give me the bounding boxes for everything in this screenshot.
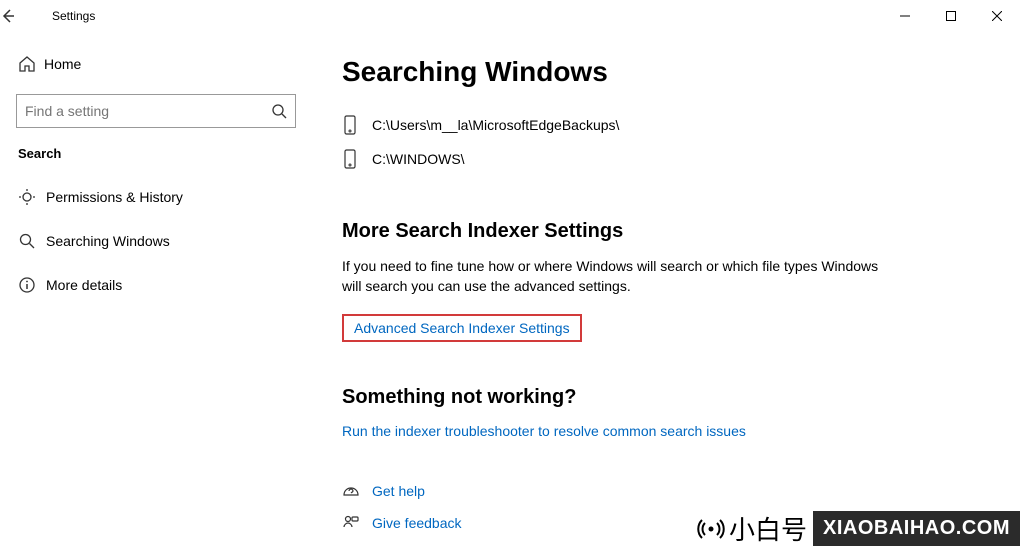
indexer-heading: More Search Indexer Settings (342, 220, 980, 243)
nav-label: Searching Windows (46, 233, 170, 249)
feedback-icon (342, 514, 372, 532)
page-title: Searching Windows (342, 56, 980, 88)
folder-path: C:\Users\m__la\MicrosoftEdgeBackups\ (372, 117, 619, 133)
folder-icon (342, 115, 372, 135)
sidebar-item-permissions[interactable]: Permissions & History (0, 175, 312, 219)
close-button[interactable] (974, 0, 1020, 32)
sidebar-item-more-details[interactable]: More details (0, 263, 312, 307)
maximize-button[interactable] (928, 0, 974, 32)
sidebar-home[interactable]: Home (0, 44, 312, 84)
find-setting-box[interactable] (16, 94, 296, 128)
window-title: Settings (44, 9, 95, 23)
minimize-button[interactable] (882, 0, 928, 32)
nav-label: Permissions & History (46, 189, 183, 205)
get-help-link[interactable]: Get help (372, 483, 425, 499)
feedback-link[interactable]: Give feedback (372, 515, 462, 531)
folder-path: C:\WINDOWS\ (372, 151, 465, 167)
advanced-indexer-highlight: Advanced Search Indexer Settings (342, 314, 582, 342)
info-icon (18, 276, 46, 294)
help-icon (342, 482, 372, 500)
sidebar-section: Search (0, 146, 312, 175)
troubleshoot-link[interactable]: Run the indexer troubleshooter to resolv… (342, 423, 746, 439)
search-windows-icon (18, 232, 46, 250)
permissions-icon (18, 188, 46, 206)
excluded-folder-row[interactable]: C:\Users\m__la\MicrosoftEdgeBackups\ (342, 108, 980, 142)
indexer-desc: If you need to fine tune how or where Wi… (342, 257, 882, 296)
home-icon (18, 55, 44, 73)
broadcast-icon (697, 515, 725, 543)
excluded-folder-row[interactable]: C:\WINDOWS\ (342, 142, 980, 176)
content-pane: Searching Windows C:\Users\m__la\Microso… (312, 32, 1020, 555)
watermark-cn: 小白号 (697, 510, 807, 547)
home-label: Home (44, 56, 81, 72)
watermark-en: XIAOBAIHAO.COM (813, 511, 1020, 546)
find-setting-input[interactable] (25, 103, 271, 119)
troubleshoot-heading: Something not working? (342, 386, 980, 409)
watermark-badge: 小白号 XIAOBAIHAO.COM (697, 510, 1020, 547)
nav-label: More details (46, 277, 122, 293)
advanced-indexer-link[interactable]: Advanced Search Indexer Settings (354, 320, 570, 336)
search-icon (271, 103, 287, 119)
titlebar: Settings (0, 0, 1020, 32)
folder-icon (342, 149, 372, 169)
sidebar-item-searching-windows[interactable]: Searching Windows (0, 219, 312, 263)
sidebar: Home Search Permissions & History Search… (0, 32, 312, 555)
back-button[interactable] (0, 8, 44, 24)
